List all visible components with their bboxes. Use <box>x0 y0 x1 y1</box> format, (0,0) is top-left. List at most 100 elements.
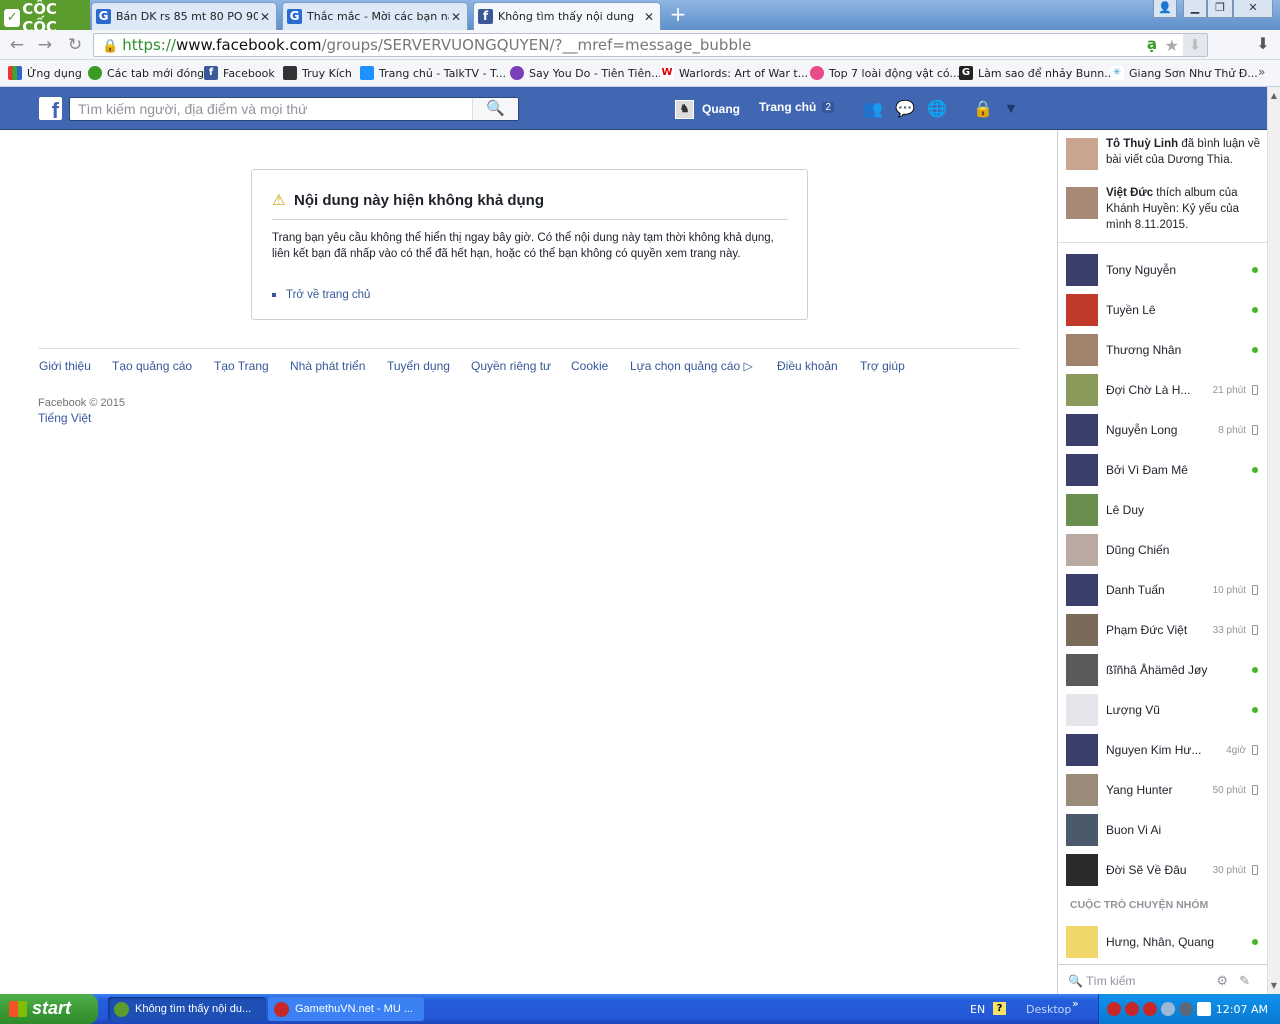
start-button[interactable]: start <box>0 994 98 1024</box>
scroll-down-icon[interactable]: ▼ <box>1268 979 1280 992</box>
search-icon[interactable]: 🔍 <box>472 98 518 120</box>
bookmark-warlords[interactable]: W Warlords: Art of War t... <box>660 65 808 81</box>
network-icon[interactable] <box>1161 1002 1175 1016</box>
bookmark-giangson[interactable]: ✳ Giang Sơn Như Thử Đ... <box>1110 65 1258 81</box>
bookmark-bunny[interactable]: G Làm sao để nhảy Bunn... <box>959 65 1115 81</box>
bookmark-apps[interactable]: Ứng dụng <box>8 65 82 81</box>
reload-icon[interactable]: ↻ <box>64 34 86 56</box>
footer-link-create-page[interactable]: Tạo Trang <box>214 359 269 373</box>
home-count-badge: 2 <box>822 101 834 113</box>
scroll-up-icon[interactable]: ▲ <box>1268 89 1280 102</box>
scrollbar[interactable]: ▲ ▼ <box>1267 87 1280 994</box>
chat-contact[interactable]: Đời Sẽ Về Đâu 30 phút <box>1066 854 1258 886</box>
footer-link-privacy[interactable]: Quyền riêng tư <box>471 359 551 373</box>
chat-contact[interactable]: Đợi Chờ Là H... 21 phút <box>1066 374 1258 406</box>
footer-link-ad-choices[interactable]: Lựa chọn quảng cáo ▷ <box>630 359 753 373</box>
language-link[interactable]: Tiếng Việt <box>38 411 91 425</box>
chat-contact[interactable]: Tuyền Lê <box>1066 294 1258 326</box>
avatar: ♞ <box>675 99 694 119</box>
new-message-icon[interactable]: ✎ <box>1239 973 1250 989</box>
bookmarks-overflow-icon[interactable]: » <box>1258 65 1265 79</box>
url-path: /groups/SERVERVUONGQUYEN/?__mref=message… <box>321 36 752 54</box>
bookmark-talktv[interactable]: Trang chủ - TalkTV - T... <box>360 65 506 81</box>
account-menu-chevron-down-icon[interactable]: ▼ <box>1000 99 1022 119</box>
ticker-item[interactable]: Tô Thuỳ Linh đã bình luận về bài viết củ… <box>1066 136 1261 176</box>
language-indicator[interactable]: EN <box>970 1003 985 1016</box>
gear-icon[interactable]: ⚙ <box>1216 973 1228 989</box>
bookmark-facebook[interactable]: f Facebook <box>204 65 275 81</box>
chat-contact[interactable]: ßĩñhâ Åhämêd Jøy <box>1066 654 1258 686</box>
chat-contact[interactable]: Lê Duy <box>1066 494 1258 526</box>
chat-contact[interactable]: Tony Nguyễn <box>1066 254 1258 286</box>
save-video-icon[interactable]: ⬇ <box>1183 34 1207 56</box>
facebook-logo-icon[interactable]: f <box>39 97 62 120</box>
chat-contact[interactable]: Buon Vi Ai <box>1066 814 1258 846</box>
chat-contact[interactable]: Lượng Vũ <box>1066 694 1258 726</box>
home-link[interactable]: Trang chủ 2 <box>759 100 834 114</box>
coccoc-logo[interactable]: ✓ CỐC CỐC <box>0 0 90 36</box>
back-icon[interactable]: ← <box>6 34 28 56</box>
tab-title: Thắc mắc - Mời các bạn nào b <box>307 10 449 23</box>
ticker-item[interactable]: Việt Đức thích album của Khánh Huyền: Kỷ… <box>1066 185 1261 235</box>
chat-contact[interactable]: Nguyễn Long 8 phút <box>1066 414 1258 446</box>
close-tab-icon[interactable]: ✕ <box>449 10 463 24</box>
footer-link-careers[interactable]: Tuyển dụng <box>387 359 450 373</box>
chat-contact[interactable]: Yang Hunter 50 phút <box>1066 774 1258 806</box>
game-icon <box>274 1001 289 1017</box>
downloads-icon[interactable]: ⬇ <box>1252 34 1274 56</box>
footer-link-cookie[interactable]: Cookie <box>571 359 608 373</box>
facebook-search-input[interactable]: Tìm kiếm người, địa điểm và mọi thứ 🔍 <box>69 97 519 121</box>
chat-search-input[interactable]: 🔍 Tìm kiếm ⚙ ✎ <box>1058 964 1268 994</box>
profile-link[interactable]: ♞ Quang <box>675 99 740 119</box>
desktop-toolbar[interactable]: Desktop <box>1026 1003 1071 1016</box>
chat-contact[interactable]: Bởi Vì Đam Mê <box>1066 454 1258 486</box>
footer-link-help[interactable]: Trợ giúp <box>860 359 905 373</box>
volume-icon[interactable] <box>1179 1002 1193 1016</box>
taskbar-item-game[interactable]: GamethuVN.net - MU ... <box>268 997 424 1021</box>
footer-link-developers[interactable]: Nhà phát triển <box>290 359 365 373</box>
chat-contact[interactable]: Danh Tuấn 10 phút <box>1066 574 1258 606</box>
new-tab-icon[interactable]: + <box>668 4 688 24</box>
windows-taskbar: start Không tìm thấy nội du... GamethuVN… <box>0 994 1280 1024</box>
game-tray-icon[interactable] <box>1125 1002 1139 1016</box>
translate-icon[interactable]: ạ <box>1147 35 1157 53</box>
toolbar-expand-icon[interactable]: » <box>1072 997 1079 1010</box>
footer-link-terms[interactable]: Điều khoản <box>777 359 838 373</box>
footer-link-create-ad[interactable]: Tạo quảng cáo <box>112 359 192 373</box>
bookmark-top7[interactable]: Top 7 loài động vật có... <box>810 65 960 81</box>
contact-name: Tuyền Lê <box>1106 303 1156 317</box>
browser-tab-active[interactable]: f Không tìm thấy nội dung ✕ <box>473 2 661 30</box>
close-window-icon[interactable]: ✕ <box>1233 0 1273 18</box>
bookmark-truykich[interactable]: Truy Kích <box>283 65 352 81</box>
browser-tab[interactable]: G Bán DK rs 85 mt 80 PO 900 sỹ ✕ <box>91 2 277 30</box>
unikey-icon[interactable] <box>1197 1002 1211 1016</box>
game-tray-icon[interactable] <box>1143 1002 1157 1016</box>
chat-contact[interactable]: Thương Nhân <box>1066 334 1258 366</box>
chat-contact[interactable]: Phạm Đức Việt 33 phút <box>1066 614 1258 646</box>
forward-icon[interactable]: → <box>34 34 56 56</box>
game-tray-icon[interactable] <box>1107 1002 1121 1016</box>
privacy-shortcuts-icon[interactable]: 🔒 <box>972 99 994 119</box>
messages-icon[interactable]: 💬 <box>894 99 916 119</box>
close-tab-icon[interactable]: ✕ <box>258 10 272 24</box>
restore-icon[interactable]: ❐ <box>1207 0 1233 18</box>
chat-contact[interactable]: Hưng, Nhân, Quang <box>1066 926 1258 958</box>
tab-title: Bán DK rs 85 mt 80 PO 900 sỹ <box>116 10 258 23</box>
minimize-icon[interactable]: ▁ <box>1183 0 1207 18</box>
browser-tab[interactable]: G Thắc mắc - Mời các bạn nào b ✕ <box>282 2 468 30</box>
back-to-home-link[interactable]: Trở về trang chủ <box>272 289 370 301</box>
profile-icon[interactable]: 👤 <box>1153 0 1177 18</box>
notifications-globe-icon[interactable]: 🌐 <box>926 99 948 119</box>
footer-link-about[interactable]: Giới thiệu <box>39 359 91 373</box>
chat-contact[interactable]: Nguyen Kim Hư... 4giờ <box>1066 734 1258 766</box>
address-bar[interactable]: 🔒 https://www.facebook.com/groups/SERVERV… <box>93 33 1208 57</box>
bookmark-star-icon[interactable]: ★ <box>1165 36 1179 55</box>
bookmark-recent-tabs[interactable]: Các tab mới đóng <box>88 65 204 81</box>
last-active-time: 50 phút <box>1212 784 1246 796</box>
bookmark-song[interactable]: Say You Do - Tiên Tiên... <box>510 65 662 81</box>
help-icon[interactable]: ? <box>993 1002 1006 1015</box>
close-tab-icon[interactable]: ✕ <box>642 10 656 24</box>
taskbar-item-browser[interactable]: Không tìm thấy nội du... <box>108 997 266 1021</box>
chat-contact[interactable]: Dũng Chiến <box>1066 534 1258 566</box>
friend-requests-icon[interactable]: 👥 <box>862 99 884 119</box>
